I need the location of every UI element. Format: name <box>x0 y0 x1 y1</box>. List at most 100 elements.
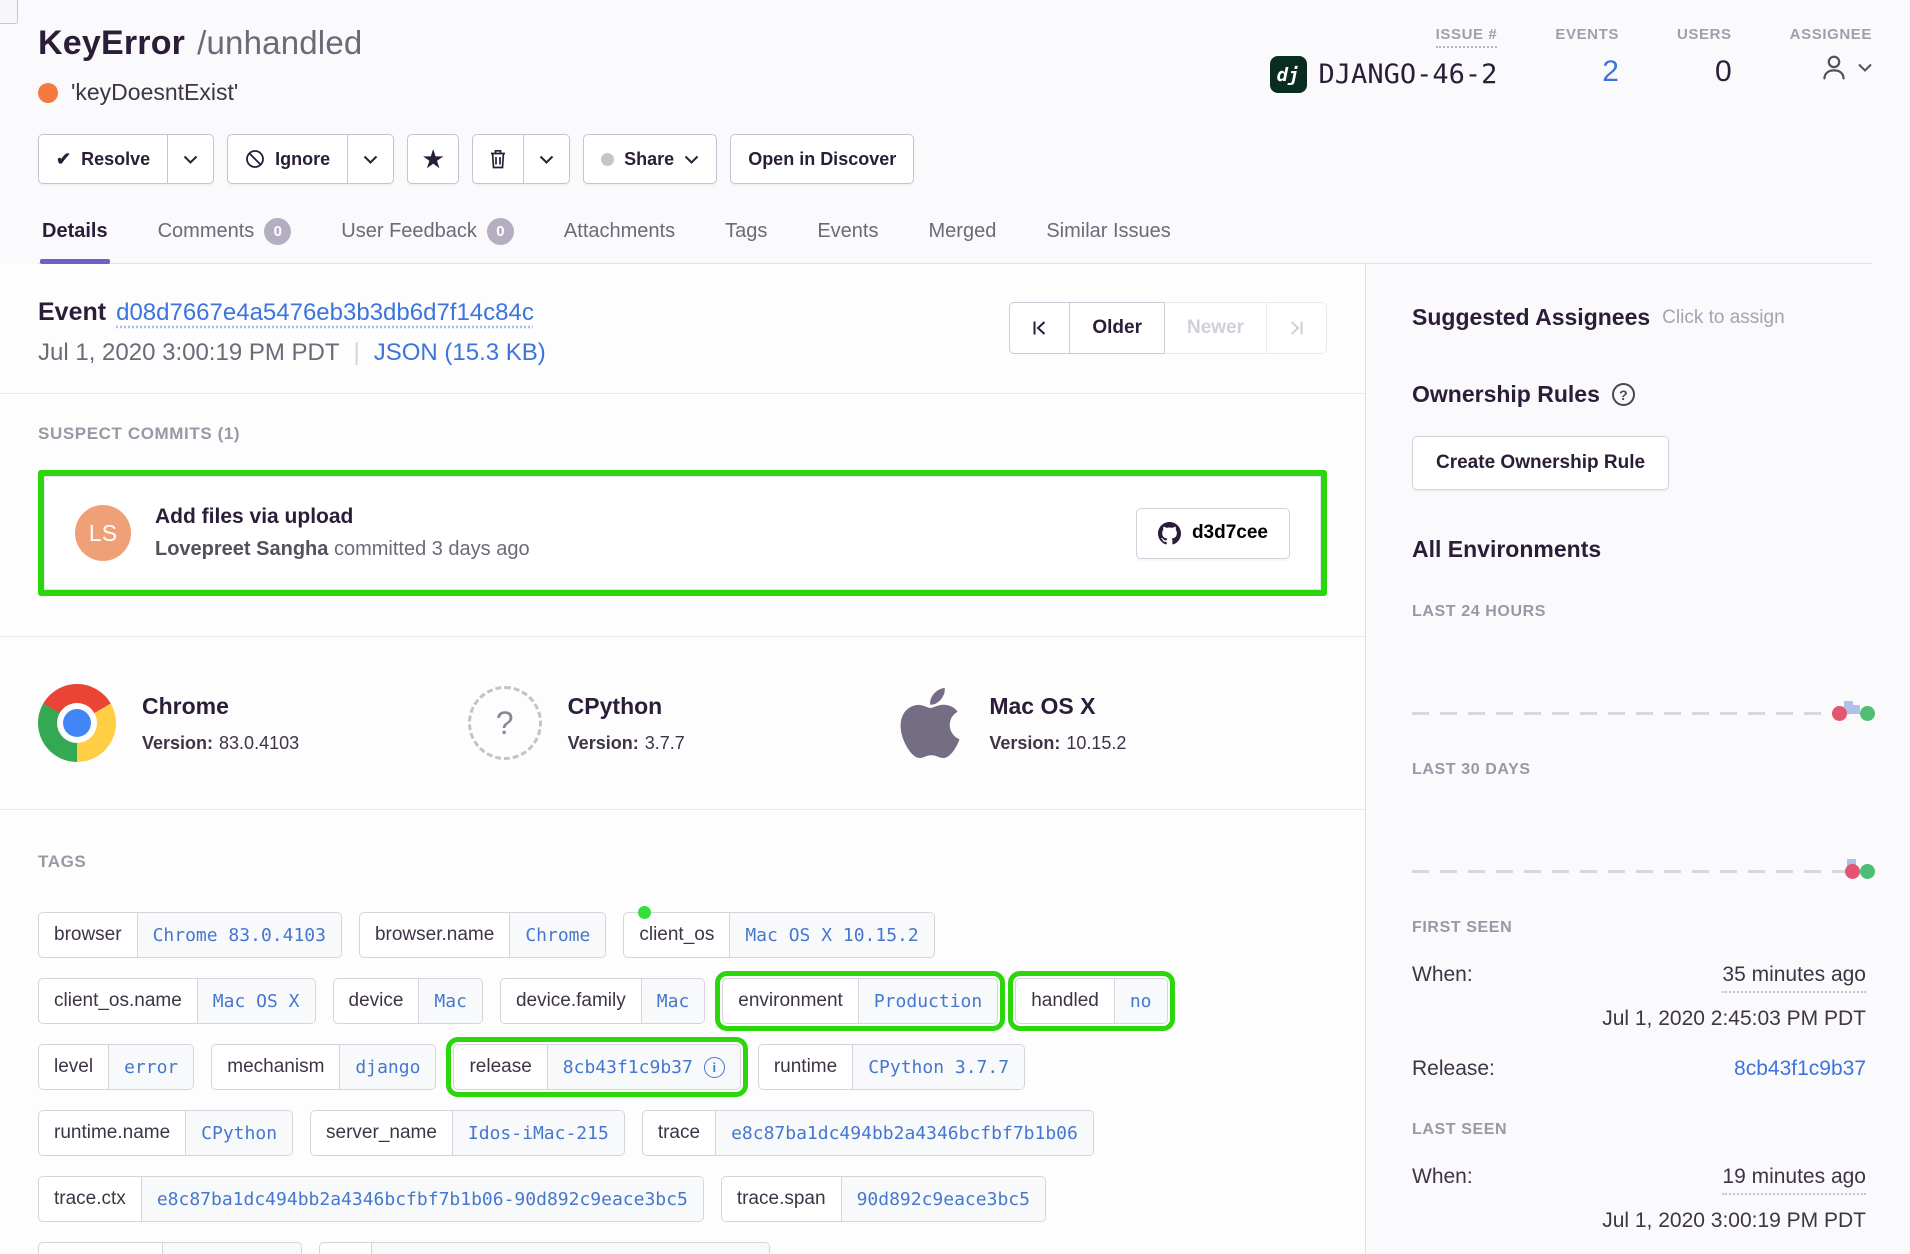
last-seen-marker <box>1860 706 1875 721</box>
tag-pill-device: deviceMac <box>333 978 483 1024</box>
resolve-button[interactable]: ✔ Resolve <box>38 134 168 184</box>
tag-value[interactable]: Production <box>859 979 997 1023</box>
commit-sha-button[interactable]: d3d7cee <box>1136 508 1290 559</box>
open-in-discover-button[interactable]: Open in Discover <box>730 134 914 184</box>
oldest-event-button[interactable] <box>1009 302 1070 354</box>
tag-pill-client-os-name: client_os.nameMac OS X <box>38 978 316 1024</box>
tag-key: trace.ctx <box>39 1177 142 1221</box>
tag-value[interactable]: error <box>109 1045 193 1089</box>
create-ownership-rule-button[interactable]: Create Ownership Rule <box>1412 436 1669 490</box>
newer-event-button[interactable]: Newer <box>1165 302 1267 354</box>
tag-pill-trace-span: trace.span90d892c9eace3bc5 <box>721 1176 1046 1222</box>
tag-key: browser.name <box>360 913 510 957</box>
tag-value[interactable]: Mac OS X <box>198 979 315 1023</box>
events-count[interactable]: 2 <box>1602 55 1619 89</box>
comments-count-badge: 0 <box>264 218 291 245</box>
tag-key: device <box>334 979 420 1023</box>
avatar: LS <box>75 505 131 561</box>
tag-value[interactable]: Mac <box>419 979 482 1023</box>
tag-value[interactable]: 8cb43f1c9b37 <box>563 1057 693 1078</box>
tag-value[interactable]: django <box>340 1045 435 1089</box>
delete-button[interactable] <box>472 134 524 184</box>
tab-events[interactable]: Events <box>815 214 880 263</box>
tag-value[interactable]: Mac OS X 10.15.2 <box>730 913 933 957</box>
apple-icon <box>897 683 963 763</box>
last-seen-relative-time[interactable]: 19 minutes ago <box>1722 1165 1866 1195</box>
tag-pill-runtime: runtimeCPython 3.7.7 <box>758 1044 1025 1090</box>
person-icon <box>1818 51 1850 83</box>
event-navigation: Older Newer <box>1009 302 1327 354</box>
tab-merged[interactable]: Merged <box>927 214 999 263</box>
tag-key: transaction <box>39 1243 163 1254</box>
info-icon[interactable]: i <box>704 1057 725 1078</box>
skip-to-last-icon <box>1289 320 1304 336</box>
tab-similar-issues[interactable]: Similar Issues <box>1044 214 1172 263</box>
tag-value[interactable]: 90d892c9eace3bc5 <box>842 1177 1045 1221</box>
click-to-assign-hint: Click to assign <box>1662 307 1785 329</box>
tag-value[interactable]: CPython <box>186 1111 292 1155</box>
tag-key: client_os.name <box>39 979 198 1023</box>
users-label: USERS <box>1677 26 1732 43</box>
first-seen-relative-time[interactable]: 35 minutes ago <box>1722 963 1866 993</box>
tag-pill-trace-ctx: trace.ctxe8c87ba1dc494bb2a4346bcfbf7b1b0… <box>38 1176 704 1222</box>
tags-heading: TAGS <box>38 852 1327 872</box>
tag-pill-mechanism: mechanismdjango <box>211 1044 436 1090</box>
context-version: 3.7.7 <box>645 733 685 753</box>
issue-short-id: DJANGO-46-2 <box>1319 59 1498 90</box>
issue-details-page: KeyError/unhandled 'keyDoesntExist' ISSU… <box>0 0 1910 1254</box>
release-label: Release: <box>1412 1057 1495 1081</box>
tag-pill-trace: tracee8c87ba1dc494bb2a4346bcfbf7b1b06 <box>642 1110 1094 1156</box>
tab-comments[interactable]: Comments0 <box>156 214 294 263</box>
annotation-highlight-box: LS Add files via upload Lovepreet Sangha… <box>38 470 1327 596</box>
suspect-commits-heading: SUSPECT COMMITS (1) <box>38 424 1327 444</box>
chrome-icon <box>38 684 116 762</box>
users-count[interactable]: 0 <box>1715 55 1732 89</box>
bookmark-button[interactable]: ★ <box>407 134 459 184</box>
newest-event-button[interactable] <box>1267 302 1327 354</box>
delete-dropdown-button[interactable] <box>524 134 570 184</box>
issue-stats: ISSUE # dj DJANGO-46-2 EVENTS 2 USERS 0 … <box>1270 24 1872 93</box>
raw-json-link[interactable]: JSON (15.3 KB) <box>374 339 546 367</box>
tag-value[interactable]: e8c87ba1dc494bb2a4346bcfbf7b1b06-90d892c… <box>142 1177 703 1221</box>
tag-value[interactable]: Chrome 83.0.4103 <box>138 913 341 957</box>
first-seen-release-link[interactable]: 8cb43f1c9b37 <box>1734 1057 1866 1081</box>
tab-attachments[interactable]: Attachments <box>562 214 677 263</box>
help-icon[interactable]: ? <box>1612 383 1635 406</box>
trash-icon <box>488 148 508 170</box>
first-seen-marker <box>1845 864 1860 879</box>
project-icon: dj <box>1270 56 1307 93</box>
chevron-down-icon <box>684 155 699 164</box>
last-24-hours-sparkline <box>1412 625 1866 721</box>
tag-key: browser <box>39 913 138 957</box>
issue-tabs: Details Comments0 User Feedback0 Attachm… <box>38 214 1872 264</box>
tag-value[interactable]: Chrome <box>510 913 605 957</box>
ignore-dropdown-button[interactable] <box>348 134 394 184</box>
tag-key: server_name <box>311 1111 453 1155</box>
tag-value[interactable]: CPython 3.7.7 <box>853 1045 1024 1089</box>
tab-tags[interactable]: Tags <box>723 214 769 263</box>
tag-value[interactable]: Mac <box>642 979 705 1023</box>
stat-events: EVENTS 2 <box>1555 26 1619 93</box>
tag-key: runtime <box>759 1045 853 1089</box>
tag-key: client_os <box>624 913 730 957</box>
assignee-dropdown[interactable] <box>1818 51 1872 83</box>
tag-value[interactable]: no <box>1115 979 1167 1023</box>
tag-pill-runtime-name: runtime.nameCPython <box>38 1110 293 1156</box>
tag-value[interactable]: e8c87ba1dc494bb2a4346bcfbf7b1b06 <box>716 1111 1093 1155</box>
event-details-panel: Eventd08d7667e4a5476eb3b3db6d7f14c84c Ju… <box>0 264 1366 1254</box>
tag-key: trace.span <box>722 1177 842 1221</box>
last-30-days-sparkline <box>1412 783 1866 879</box>
ignore-button[interactable]: Ignore <box>227 134 348 184</box>
tab-user-feedback[interactable]: User Feedback0 <box>339 214 516 263</box>
tag-value[interactable]: Idos-iMac-215 <box>453 1111 624 1155</box>
sparkline-baseline <box>1412 712 1860 715</box>
event-id-link[interactable]: d08d7667e4a5476eb3b3db6d7f14c84c <box>116 299 534 326</box>
context-browser: Chrome Version:83.0.4103 <box>38 683 468 763</box>
tab-details[interactable]: Details <box>40 214 110 263</box>
resolve-dropdown-button[interactable] <box>168 134 214 184</box>
chevron-down-icon <box>183 155 198 164</box>
tag-value[interactable]: /unhandled <box>163 1243 301 1254</box>
older-event-button[interactable]: Older <box>1070 302 1165 354</box>
tags-section: TAGS browserChrome 83.0.4103 browser.nam… <box>0 810 1365 1254</box>
share-button[interactable]: Share <box>583 134 717 184</box>
